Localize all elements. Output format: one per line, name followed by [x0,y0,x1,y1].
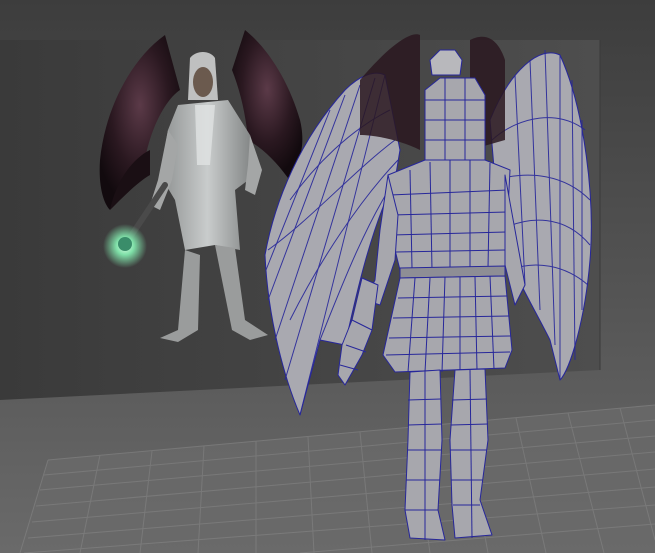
maya-3d-viewport[interactable] [0,0,655,553]
model-skirt[interactable] [382,275,513,373]
model-hood[interactable] [424,77,486,161]
reference-face [193,67,213,97]
viewport-scene[interactable] [0,0,655,553]
